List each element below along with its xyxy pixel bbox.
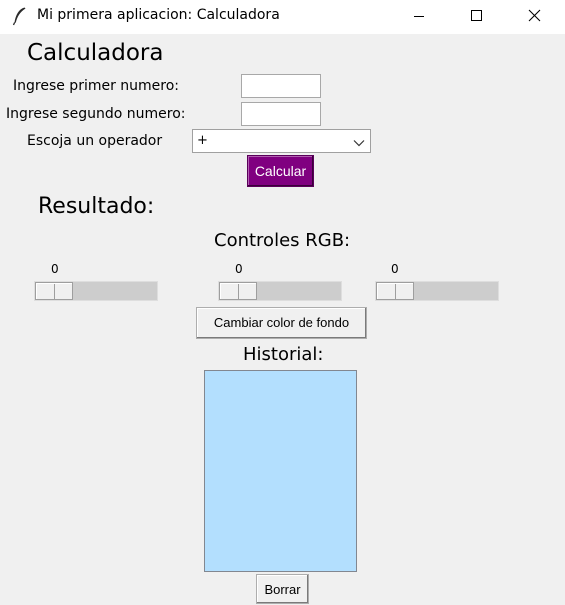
green-scale[interactable]	[218, 281, 342, 301]
second-number-label: Ingrese segundo numero:	[6, 106, 186, 122]
maximize-icon	[471, 10, 482, 21]
close-icon	[528, 9, 541, 22]
change-background-color-button[interactable]: Cambiar color de fondo	[196, 307, 367, 339]
result-label: Resultado:	[38, 194, 155, 219]
calculator-window: Calculadora Ingrese primer numero: Ingre…	[0, 34, 565, 604]
operator-dropdown[interactable]: +	[192, 129, 371, 153]
green-scale-handle[interactable]	[219, 282, 257, 300]
rgb-controls-heading: Controles RGB:	[214, 230, 351, 251]
red-scale-handle[interactable]	[35, 282, 73, 300]
minimize-icon	[414, 16, 424, 17]
red-scale-value: 0	[51, 262, 59, 276]
maximize-button[interactable]	[453, 0, 499, 32]
red-scale[interactable]	[34, 281, 158, 301]
window-title: Mi primera aplicacion: Calculadora	[37, 7, 280, 23]
operator-label: Escoja un operador	[27, 133, 163, 149]
clear-history-button[interactable]: Borrar	[256, 574, 309, 604]
calculate-button[interactable]: Calcular	[247, 155, 314, 187]
operator-selected-value: +	[197, 133, 208, 148]
blue-scale-value: 0	[391, 262, 399, 276]
first-number-label: Ingrese primer numero:	[13, 78, 180, 94]
minimize-button[interactable]	[396, 0, 442, 32]
title-bar[interactable]: Mi primera aplicacion: Calculadora	[0, 0, 565, 34]
second-number-input[interactable]	[241, 102, 321, 126]
history-heading: Historial:	[243, 344, 324, 365]
blue-scale-handle[interactable]	[376, 282, 414, 300]
feather-icon	[10, 6, 30, 26]
calculator-heading: Calculadora	[27, 40, 164, 66]
history-list[interactable]	[204, 370, 357, 572]
blue-scale[interactable]	[375, 281, 499, 301]
close-button[interactable]	[511, 0, 557, 32]
first-number-input[interactable]	[241, 74, 321, 98]
chevron-down-icon[interactable]	[352, 135, 366, 149]
green-scale-value: 0	[235, 262, 243, 276]
